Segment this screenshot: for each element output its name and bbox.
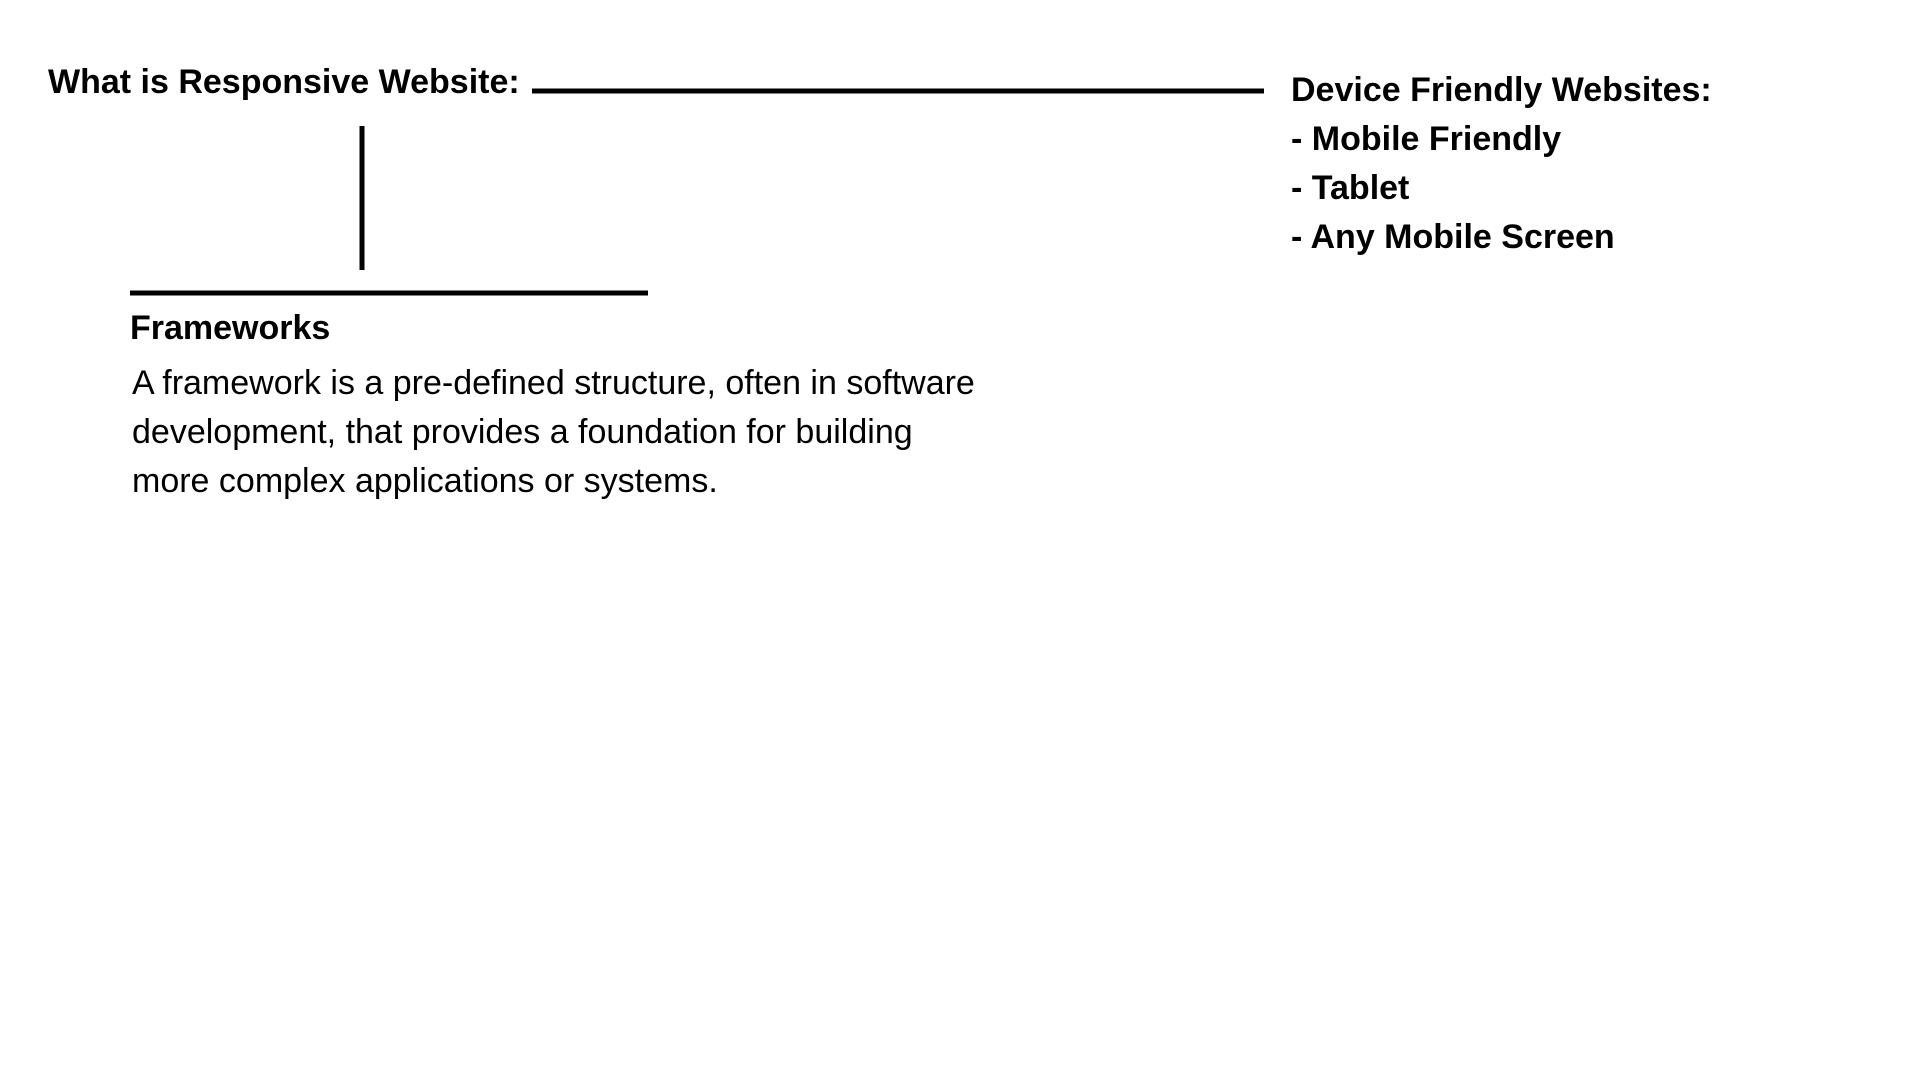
device-list-item: - Any Mobile Screen [1291,218,1615,256]
frameworks-heading: Frameworks [130,309,331,347]
diagram-canvas: What is Responsive Website: Device Frien… [0,0,1924,1080]
device-list-item: - Tablet [1291,169,1410,207]
frameworks-description-line: development, that provides a foundation … [132,413,913,451]
frameworks-description-line: more complex applications or systems. [132,462,718,500]
device-friendly-heading: Device Friendly Websites: [1291,71,1712,109]
frameworks-description-line: A framework is a pre-defined structure, … [132,364,975,402]
main-title: What is Responsive Website: [48,63,520,101]
device-list-item: - Mobile Friendly [1291,120,1562,158]
device-friendly-section: Device Friendly Websites: - Mobile Frien… [1291,66,1712,262]
frameworks-description: A framework is a pre-defined structure, … [132,359,1092,506]
